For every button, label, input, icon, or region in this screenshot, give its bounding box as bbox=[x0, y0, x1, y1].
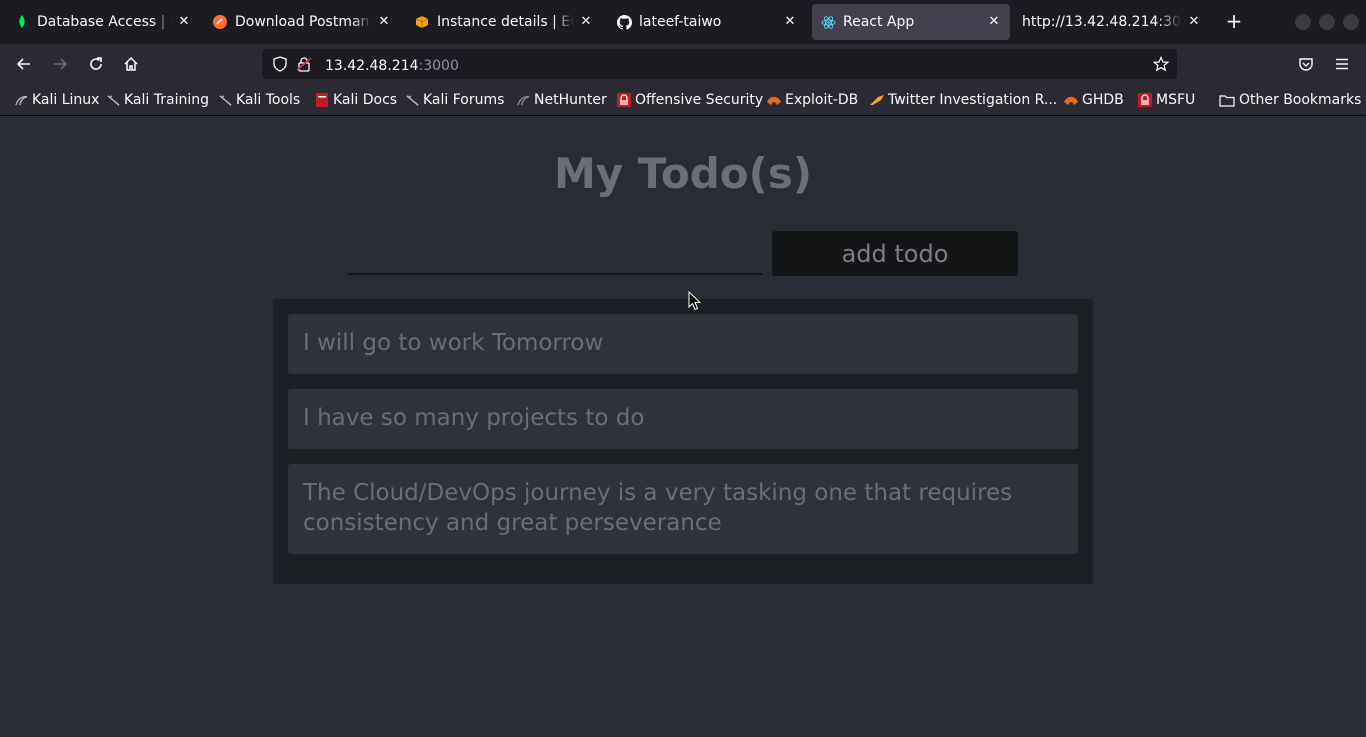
home-icon bbox=[124, 56, 138, 71]
bookmark-kali-docs[interactable]: Kali Docs bbox=[315, 90, 397, 110]
kali-dragon-icon bbox=[218, 93, 232, 107]
navigation-toolbar: 13.42.48.214:3000 bbox=[0, 44, 1366, 84]
bookmark-twitter-investigation[interactable]: Twitter Investigation R... bbox=[870, 90, 1057, 110]
back-button[interactable] bbox=[12, 52, 36, 76]
tab-close-icon[interactable]: ✕ bbox=[176, 14, 192, 30]
bookmark-label: Kali Tools bbox=[236, 92, 301, 108]
tab-close-icon[interactable]: ✕ bbox=[376, 14, 392, 30]
tab-react-app[interactable]: React App ✕ bbox=[812, 4, 1010, 40]
bookmark-label: Twitter Investigation R... bbox=[888, 92, 1058, 108]
forward-button[interactable] bbox=[48, 52, 72, 76]
tab-close-icon[interactable]: ✕ bbox=[986, 14, 1002, 30]
react-todo-app: My Todo(s) add todo I will go to work To… bbox=[0, 117, 1366, 737]
bookmark-ghdb[interactable]: GHDB bbox=[1064, 90, 1124, 110]
bookmark-star-icon[interactable] bbox=[1153, 56, 1169, 72]
bookmarks-toolbar: Kali Linux Kali Training Kali Tools Kali… bbox=[0, 84, 1366, 116]
bookmark-label: Kali Forums bbox=[423, 92, 505, 108]
tab-localhost-url[interactable]: http://13.42.48.214:3000/ ✕ bbox=[1016, 4, 1208, 40]
folder-icon bbox=[1219, 93, 1235, 107]
tab-strip: Database Access | Cloud ✕ Download Postm… bbox=[0, 0, 1366, 44]
bookmark-label: GHDB bbox=[1082, 92, 1124, 108]
reload-button[interactable] bbox=[84, 52, 108, 76]
url-host: 13.42.48.214 bbox=[325, 57, 419, 74]
github-icon bbox=[616, 14, 632, 30]
kali-dragon-icon bbox=[14, 93, 28, 107]
exploit-db-icon bbox=[767, 93, 781, 107]
tab-title: lateef-taiwo bbox=[639, 14, 722, 30]
todo-item[interactable]: I will go to work Tomorrow bbox=[288, 314, 1078, 374]
bookmark-label: NetHunter bbox=[534, 92, 607, 108]
shield-icon[interactable] bbox=[272, 56, 288, 72]
todo-list: I will go to work Tomorrow I have so man… bbox=[273, 299, 1093, 584]
tab-title: Database Access | Cloud bbox=[37, 14, 172, 30]
bookmark-label: Offensive Security bbox=[635, 92, 764, 108]
ghdb-icon bbox=[1064, 93, 1078, 107]
bookmark-kali-linux[interactable]: Kali Linux bbox=[14, 90, 99, 110]
kali-dragon-icon bbox=[405, 93, 419, 107]
bookmark-exploit-db[interactable]: Exploit-DB bbox=[767, 90, 858, 110]
add-todo-button[interactable]: add todo bbox=[772, 231, 1018, 276]
app-menu-button[interactable] bbox=[1330, 52, 1354, 76]
bookmark-label: Exploit-DB bbox=[785, 92, 859, 108]
pocket-icon bbox=[1299, 58, 1313, 71]
tab-title: React App bbox=[843, 14, 915, 30]
pocket-button[interactable] bbox=[1294, 52, 1318, 76]
bookmark-label: Kali Training bbox=[124, 92, 209, 108]
kali-dragon-icon bbox=[106, 93, 120, 107]
twitter-investigation-icon bbox=[870, 93, 884, 107]
mouse-cursor-icon bbox=[688, 291, 701, 311]
other-bookmarks-label: Other Bookmarks bbox=[1239, 92, 1362, 108]
aws-cube-icon bbox=[414, 14, 430, 30]
bookmark-label: MSFU bbox=[1156, 92, 1196, 108]
url-port: :3000 bbox=[418, 57, 459, 74]
close-window-button[interactable] bbox=[1343, 14, 1359, 30]
tab-close-icon[interactable]: ✕ bbox=[782, 14, 798, 30]
url-text[interactable]: 13.42.48.214:3000 bbox=[325, 55, 459, 74]
tab-postman[interactable]: Download Postman | Get Started ✕ bbox=[206, 4, 398, 40]
home-button[interactable] bbox=[119, 52, 143, 76]
tab-ec2-instance[interactable]: Instance details | EC2 Management ✕ bbox=[408, 4, 600, 40]
postman-icon bbox=[212, 14, 228, 30]
insecure-lock-icon[interactable] bbox=[296, 56, 312, 72]
tab-close-icon[interactable]: ✕ bbox=[578, 14, 594, 30]
bookmark-kali-tools[interactable]: Kali Tools bbox=[218, 90, 300, 110]
forward-arrow-icon bbox=[54, 58, 68, 70]
tab-database-access[interactable]: Database Access | Cloud ✕ bbox=[8, 4, 198, 40]
hamburger-menu-icon bbox=[1336, 58, 1348, 70]
bookmark-nethunter[interactable]: NetHunter bbox=[516, 90, 607, 110]
other-bookmarks-folder[interactable]: Other Bookmarks bbox=[1219, 90, 1361, 110]
new-tab-button[interactable]: + bbox=[1222, 10, 1246, 34]
bookmark-kali-forums[interactable]: Kali Forums bbox=[405, 90, 504, 110]
kali-docs-icon bbox=[315, 93, 329, 107]
minimize-window-button[interactable] bbox=[1295, 14, 1311, 30]
todo-input[interactable] bbox=[348, 235, 762, 275]
bookmark-label: Kali Linux bbox=[32, 92, 100, 108]
bookmark-label: Kali Docs bbox=[333, 92, 398, 108]
mongodb-leaf-icon bbox=[14, 14, 30, 30]
tab-github[interactable]: lateef-taiwo ✕ bbox=[610, 4, 804, 40]
back-arrow-icon bbox=[16, 58, 30, 70]
tab-title: Download Postman | Get Started bbox=[235, 14, 372, 30]
bookmark-msfu[interactable]: MSFU bbox=[1138, 90, 1195, 110]
tab-title: Instance details | EC2 Management bbox=[437, 14, 574, 30]
address-bar[interactable]: 13.42.48.214:3000 bbox=[262, 49, 1177, 79]
offsec-icon bbox=[1138, 93, 1152, 107]
tab-close-icon[interactable]: ✕ bbox=[1186, 14, 1202, 30]
nethunter-icon bbox=[516, 93, 530, 107]
bookmark-offensive-security[interactable]: Offensive Security bbox=[617, 90, 763, 110]
react-icon bbox=[820, 14, 836, 30]
page-title: My Todo(s) bbox=[553, 149, 813, 198]
todo-item[interactable]: The Cloud/DevOps journey is a very taski… bbox=[288, 464, 1078, 554]
bookmark-kali-training[interactable]: Kali Training bbox=[106, 90, 209, 110]
reload-icon bbox=[90, 57, 102, 70]
todo-item[interactable]: I have so many projects to do bbox=[288, 389, 1078, 449]
tab-title: http://13.42.48.214:3000/ bbox=[1022, 14, 1182, 30]
maximize-window-button[interactable] bbox=[1319, 14, 1335, 30]
offsec-icon bbox=[617, 93, 631, 107]
